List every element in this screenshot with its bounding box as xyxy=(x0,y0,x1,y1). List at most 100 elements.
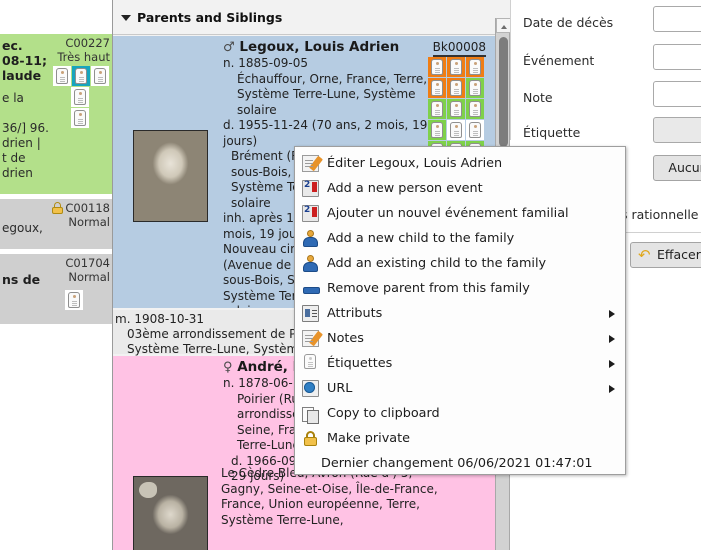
menu-item-add-existing-child[interactable]: Add an existing child to the family xyxy=(295,251,625,276)
list-item-text: t de xyxy=(2,151,26,165)
tag-chip[interactable] xyxy=(53,66,71,86)
privacy-level: Normal xyxy=(68,215,110,229)
tag-chip-group[interactable] xyxy=(46,66,110,129)
menu-item-last-change: Dernier changement 06/06/2021 01:47:01 xyxy=(295,451,625,476)
field-label-date-de-deces: Date de décès xyxy=(523,15,614,30)
tag-chip[interactable] xyxy=(428,99,446,119)
menu-item-label: Dernier changement 06/06/2021 01:47:01 xyxy=(321,456,593,471)
list-item-meta: C00227 Très haut xyxy=(57,36,110,64)
copy-icon xyxy=(302,405,319,424)
tag-chip[interactable] xyxy=(72,66,90,86)
date-de-deces-input[interactable] xyxy=(653,6,701,32)
person-name: Legoux, Louis Adrien xyxy=(239,39,400,55)
person-photo[interactable] xyxy=(133,476,208,550)
tag-chip[interactable] xyxy=(447,57,465,77)
menu-item-label: URL xyxy=(327,381,353,396)
person-code-wrap: Bk00008 xyxy=(432,40,486,57)
lock-icon xyxy=(302,430,319,447)
chevron-up-icon xyxy=(501,25,507,29)
list-item-text: drien | xyxy=(2,136,41,150)
person-icon xyxy=(302,230,319,247)
tag-chip[interactable] xyxy=(447,78,465,98)
scroll-up-button[interactable] xyxy=(496,18,511,33)
tag-chip[interactable] xyxy=(466,78,484,98)
submenu-arrow-icon xyxy=(609,335,615,343)
undo-arrow-icon: ↶ xyxy=(638,246,651,264)
list-item-meta: C01704 Normal xyxy=(65,256,110,284)
list-item[interactable]: egoux, C00118 Normal xyxy=(0,199,112,249)
add-family-event-icon xyxy=(302,205,319,222)
lock-icon xyxy=(52,202,64,214)
tag-chip[interactable] xyxy=(91,66,109,86)
tag-chip-group[interactable] xyxy=(65,290,84,311)
menu-item-add-new-child[interactable]: Add a new child to the family xyxy=(295,226,625,251)
collapse-triangle-icon[interactable] xyxy=(121,14,131,21)
death-date: d. 1955-11-24 (70 ans, 2 mois, 19 jours) xyxy=(223,118,428,148)
tag-chip[interactable] xyxy=(466,120,484,140)
person-photo[interactable] xyxy=(133,130,208,222)
menu-item-add-family-event[interactable]: Ajouter un nouvel événement familial xyxy=(295,201,625,226)
edit-icon xyxy=(302,155,319,172)
menu-item-copy-to-clipboard[interactable]: Copy to clipboard xyxy=(295,401,625,426)
vertical-scrollbar[interactable] xyxy=(495,18,511,153)
left-person-list[interactable]: ec. 08-11; laude e la 36/] 96. drien | t… xyxy=(0,0,112,550)
menu-item-label: Ajouter un nouvel événement familial xyxy=(327,206,569,221)
section-header-label: Parents and Siblings xyxy=(137,10,283,25)
attributes-icon xyxy=(302,305,319,322)
person-code: C00118 xyxy=(65,201,110,215)
tag-chip[interactable] xyxy=(65,290,83,310)
tag-chip[interactable] xyxy=(447,120,465,140)
menu-item-label: Éditer Legoux, Louis Adrien xyxy=(327,156,503,171)
menu-item-remove-parent[interactable]: Remove parent from this family xyxy=(295,276,625,301)
menu-item-add-person-event[interactable]: Add a new person event xyxy=(295,176,625,201)
tag-icon xyxy=(304,354,316,369)
remove-icon xyxy=(302,280,320,297)
submenu-arrow-icon xyxy=(609,385,615,393)
note-input[interactable] xyxy=(653,81,701,107)
person-code: C01704 xyxy=(65,256,110,270)
effacer-button[interactable]: ↶ Effacer xyxy=(630,242,701,268)
tag-chip[interactable] xyxy=(71,87,89,107)
tag-chip[interactable] xyxy=(428,120,446,140)
menu-item-label: Make private xyxy=(327,431,411,446)
menu-item-label: Copy to clipboard xyxy=(327,406,440,421)
section-header[interactable]: Parents and Siblings xyxy=(113,0,496,35)
sex-symbol-male: ♂ xyxy=(223,40,235,55)
context-menu[interactable]: Éditer Legoux, Louis Adrien Add a new pe… xyxy=(294,146,626,475)
tag-chip[interactable] xyxy=(466,99,484,119)
menu-item-attributs[interactable]: Attributs xyxy=(295,301,625,326)
tag-chip[interactable] xyxy=(447,99,465,119)
menu-item-url[interactable]: URL xyxy=(295,376,625,401)
tag-chip[interactable] xyxy=(428,78,446,98)
privacy-level: Normal xyxy=(68,270,110,284)
menu-item-label: Notes xyxy=(327,331,364,346)
sex-symbol-female: ♀ xyxy=(223,360,233,375)
privacy-level: Très haut xyxy=(57,50,110,64)
field-label-etiquette: Étiquette xyxy=(523,125,581,140)
person-icon xyxy=(302,255,319,272)
list-item[interactable]: ec. 08-11; laude e la 36/] 96. drien | t… xyxy=(0,34,112,194)
menu-item-label: Add a new child to the family xyxy=(327,231,515,246)
field-label-evenement: Événement xyxy=(523,53,595,68)
menu-item-label: Attributs xyxy=(327,306,383,321)
vertical-scrollbar-lower[interactable] xyxy=(495,470,510,550)
menu-item-make-private[interactable]: Make private xyxy=(295,426,625,451)
menu-item-label: Add an existing child to the family xyxy=(327,256,547,271)
menu-item-label: Étiquettes xyxy=(327,356,393,371)
tag-chip[interactable] xyxy=(466,57,484,77)
birth-date: n. 1885-09-05 xyxy=(223,56,308,70)
scrollbar-thumb[interactable] xyxy=(499,37,508,147)
add-person-event-icon xyxy=(302,180,319,197)
tag-chip[interactable] xyxy=(428,57,446,77)
etiquette-select[interactable] xyxy=(653,117,701,143)
tag-chip[interactable] xyxy=(71,108,89,128)
menu-item-notes[interactable]: Notes xyxy=(295,326,625,351)
list-item[interactable]: ns de C01704 Normal xyxy=(0,254,112,324)
menu-item-label: Remove parent from this family xyxy=(327,281,530,296)
menu-item-etiquettes[interactable]: Étiquettes xyxy=(295,351,625,376)
submenu-arrow-icon xyxy=(609,310,615,318)
url-icon xyxy=(302,380,319,397)
aucun-button[interactable]: Aucun xyxy=(653,155,701,181)
menu-item-edit-person[interactable]: Éditer Legoux, Louis Adrien xyxy=(295,151,625,176)
evenement-input[interactable] xyxy=(653,44,701,70)
